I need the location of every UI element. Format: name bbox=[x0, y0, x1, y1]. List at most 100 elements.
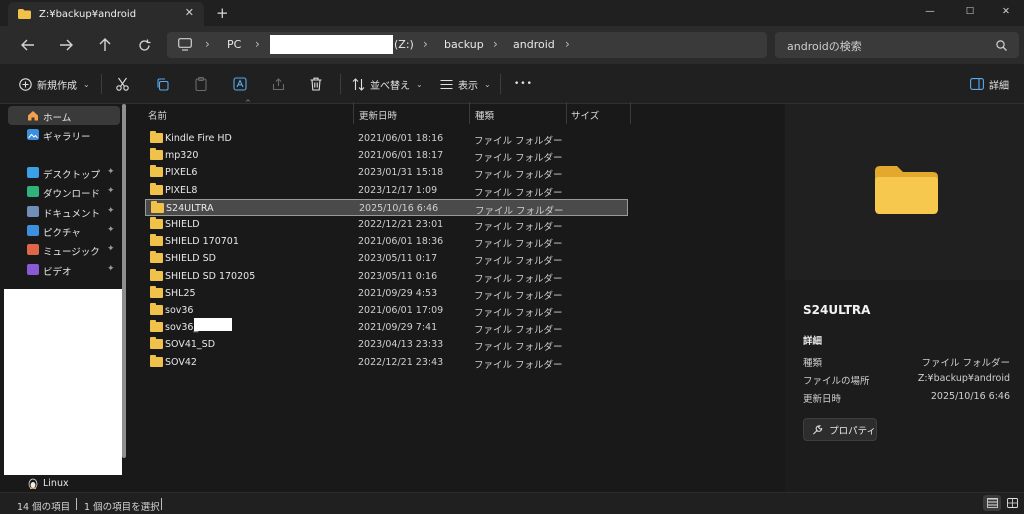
file-modified-date: 2021/06/01 17:09 bbox=[358, 305, 444, 316]
file-name: Kindle Fire HD bbox=[165, 133, 232, 144]
cut-button[interactable] bbox=[116, 74, 129, 94]
close-tab-icon[interactable]: ✕ bbox=[185, 6, 194, 19]
new-button[interactable]: 新規作成 ⌄ bbox=[19, 74, 90, 94]
close-window-button[interactable]: ✕ bbox=[988, 0, 1024, 22]
breadcrumb-pc[interactable]: PC bbox=[227, 38, 241, 51]
divider bbox=[161, 498, 162, 510]
column-header-modified[interactable]: 更新日時 bbox=[359, 108, 397, 122]
sidebar-item-pictures[interactable]: ピクチャ ✦ bbox=[8, 221, 120, 240]
file-name: SOV42 bbox=[165, 357, 197, 368]
breadcrumb-backup[interactable]: backup bbox=[444, 38, 484, 51]
share-icon bbox=[272, 77, 285, 90]
copy-button[interactable] bbox=[156, 74, 169, 94]
large-icons-view-button[interactable] bbox=[1003, 495, 1021, 511]
file-row[interactable]: SHL25 2021/09/29 4:53 ファイル フォルダー bbox=[145, 285, 628, 302]
details-value-modified: 2025/10/16 6:46 bbox=[930, 391, 1010, 402]
details-label-type: 種類 bbox=[803, 358, 823, 369]
rename-icon bbox=[233, 77, 247, 91]
details-view-button[interactable] bbox=[983, 495, 1001, 511]
column-divider[interactable] bbox=[566, 102, 567, 124]
breadcrumb-android[interactable]: android bbox=[513, 38, 555, 51]
file-row[interactable]: SHIELD SD 170205 2023/05/11 0:16 ファイル フォルダ… bbox=[145, 268, 628, 285]
column-divider[interactable] bbox=[353, 102, 354, 124]
file-modified-date: 2022/12/21 23:43 bbox=[358, 357, 444, 368]
refresh-icon bbox=[138, 39, 150, 51]
file-row[interactable]: PIXEL8 2023/12/17 1:09 ファイル フォルダー bbox=[145, 182, 628, 199]
sidebar-item-downloads[interactable]: ダウンロード ✦ bbox=[8, 182, 120, 201]
tiles-view-icon bbox=[1006, 498, 1018, 508]
file-row[interactable]: SHIELD 170701 2021/06/01 18:36 ファイル フォルダー bbox=[145, 233, 628, 250]
file-modified-date: 2023/04/13 23:33 bbox=[358, 339, 444, 350]
pin-icon: ✦ bbox=[107, 186, 115, 196]
chevron-right-icon: › bbox=[565, 37, 570, 51]
new-tab-button[interactable]: + bbox=[216, 4, 229, 22]
pin-icon: ✦ bbox=[107, 206, 115, 216]
back-button[interactable] bbox=[17, 34, 39, 56]
file-name: SHIELD bbox=[165, 219, 200, 230]
details-pane-toggle[interactable]: 詳細 bbox=[970, 74, 1009, 94]
file-row[interactable]: Kindle Fire HD 2021/06/01 18:16 ファイル フォルダー bbox=[145, 130, 628, 147]
sidebar-item-linux[interactable]: Linux bbox=[8, 474, 120, 493]
chevron-right-icon: › bbox=[205, 37, 210, 51]
file-row[interactable]: PIXEL6 2023/01/31 15:18 ファイル フォルダー bbox=[145, 164, 628, 181]
details-value-location: Z:¥backup¥android bbox=[917, 373, 1010, 384]
file-row[interactable]: sov36 2021/06/01 17:09 ファイル フォルダー bbox=[145, 302, 628, 319]
file-row[interactable]: SHIELD 2022/12/21 23:01 ファイル フォルダー bbox=[145, 216, 628, 233]
file-row[interactable]: S24ULTRA 2025/10/16 6:46 ファイル フォルダー bbox=[145, 199, 628, 217]
command-bar bbox=[0, 64, 1024, 104]
view-button[interactable]: 表示 ⌄ bbox=[440, 74, 491, 94]
up-button[interactable] bbox=[94, 34, 116, 56]
sidebar-item-documents[interactable]: ドキュメント ✦ bbox=[8, 202, 120, 221]
file-type: ファイル フォルダー bbox=[474, 239, 563, 250]
file-type: ファイル フォルダー bbox=[474, 256, 563, 267]
column-header-size[interactable]: サイズ bbox=[571, 108, 599, 122]
chevron-right-icon: › bbox=[423, 37, 428, 51]
minimize-button[interactable]: — bbox=[912, 0, 948, 22]
file-type: ファイル フォルダー bbox=[474, 170, 563, 181]
breadcrumb-drive[interactable]: (Z:) bbox=[394, 38, 414, 51]
column-divider[interactable] bbox=[469, 102, 470, 124]
sidebar-item-desktop[interactable]: デスクトップ ✦ bbox=[8, 163, 120, 182]
file-type: ファイル フォルダー bbox=[475, 206, 564, 217]
sort-button-label: 並べ替え bbox=[370, 80, 410, 92]
file-name: mp320 bbox=[165, 150, 199, 161]
sidebar-scrollbar[interactable] bbox=[122, 104, 126, 458]
rename-button[interactable] bbox=[233, 74, 247, 94]
more-options-button[interactable]: ••• bbox=[514, 74, 533, 94]
file-row[interactable]: SOV41_SD 2023/04/13 23:33 ファイル フォルダー bbox=[145, 336, 628, 353]
copy-icon bbox=[157, 77, 169, 91]
address-bar[interactable]: › PC › (Z:) › backup › android › bbox=[167, 32, 767, 58]
sort-ascending-icon: ^ bbox=[245, 99, 251, 107]
refresh-button[interactable] bbox=[133, 34, 155, 56]
file-row[interactable]: mp320 2021/06/01 18:17 ファイル フォルダー bbox=[145, 147, 628, 164]
sidebar-item-label: ドキュメント bbox=[43, 209, 101, 220]
delete-button[interactable] bbox=[310, 74, 322, 94]
details-toggle-label: 詳細 bbox=[989, 80, 1009, 92]
sidebar-item-videos[interactable]: ビデオ ✦ bbox=[8, 260, 120, 279]
file-type: ファイル フォルダー bbox=[474, 360, 563, 371]
file-modified-date: 2021/09/29 4:53 bbox=[358, 288, 438, 299]
file-row[interactable]: SHIELD SD 2023/05/11 0:17 ファイル フォルダー bbox=[145, 250, 628, 267]
folder-icon bbox=[151, 201, 164, 213]
file-type: ファイル フォルダー bbox=[474, 308, 563, 319]
column-header-name[interactable]: 名前 bbox=[148, 108, 167, 122]
arrow-left-icon bbox=[21, 39, 34, 51]
sidebar-item-home[interactable]: ホーム bbox=[8, 106, 120, 125]
forward-button[interactable] bbox=[55, 34, 77, 56]
tab-current[interactable]: Z:¥backup¥android ✕ bbox=[8, 2, 204, 26]
folder-icon bbox=[150, 217, 163, 229]
file-type: ファイル フォルダー bbox=[474, 291, 563, 302]
properties-button[interactable]: プロパティ bbox=[803, 418, 877, 441]
sort-button[interactable]: 並べ替え ⌄ bbox=[352, 74, 423, 94]
maximize-button[interactable]: ☐ bbox=[952, 0, 988, 22]
paste-button bbox=[195, 74, 207, 94]
file-type: ファイル フォルダー bbox=[474, 153, 563, 164]
file-row[interactable]: SOV42 2022/12/21 23:43 ファイル フォルダー bbox=[145, 354, 628, 371]
divider bbox=[500, 74, 501, 94]
sidebar-item-music[interactable]: ミュージック ✦ bbox=[8, 240, 120, 259]
sidebar-item-gallery[interactable]: ギャラリー bbox=[8, 125, 120, 144]
column-header-type[interactable]: 種類 bbox=[475, 108, 494, 122]
pin-icon: ✦ bbox=[107, 225, 115, 235]
search-input[interactable]: androidの検索 bbox=[775, 32, 1019, 58]
column-divider[interactable] bbox=[630, 102, 631, 124]
